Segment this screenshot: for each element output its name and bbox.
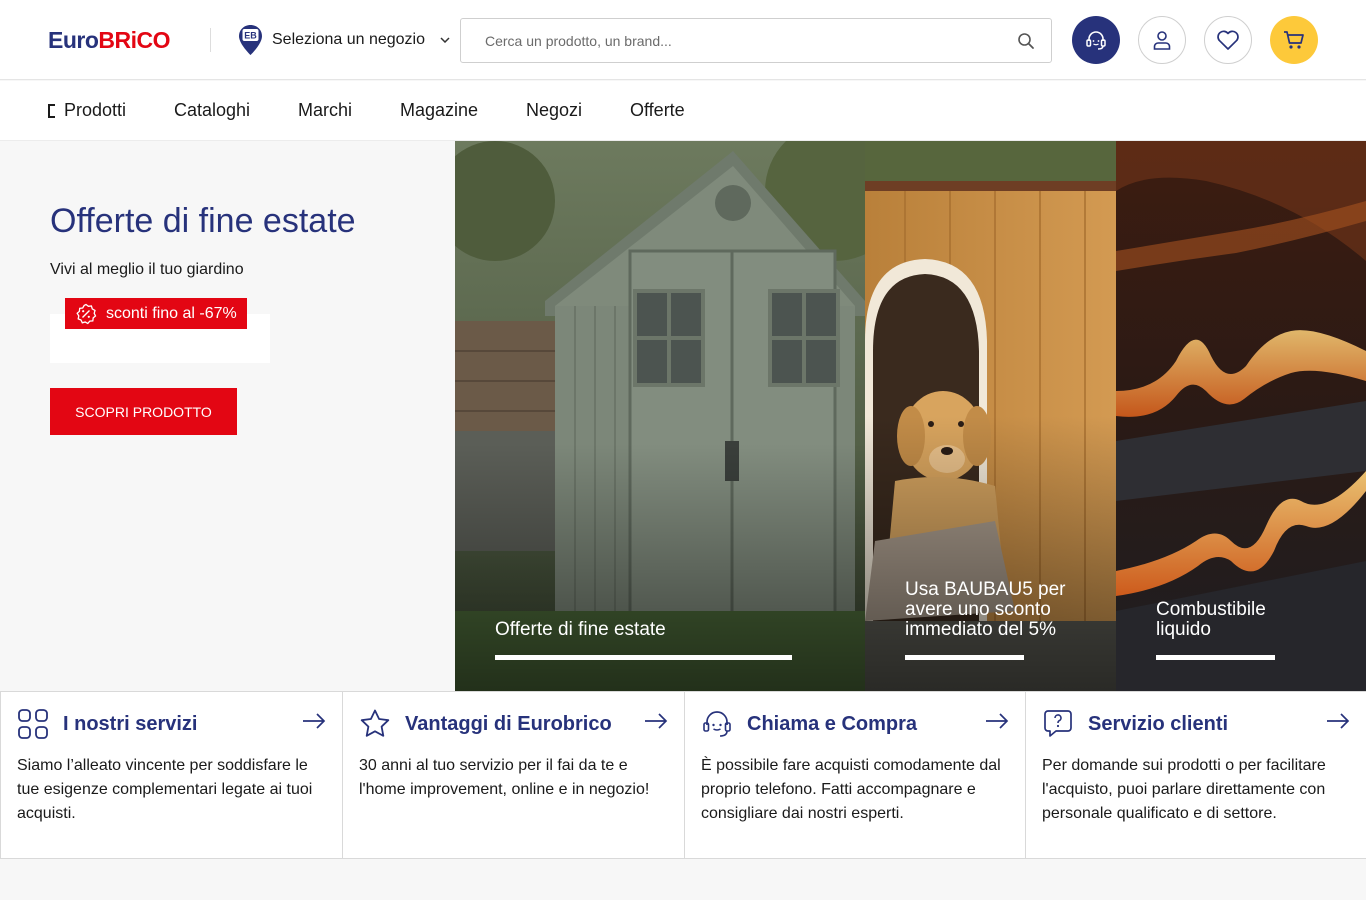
- pin-text: EB: [244, 31, 257, 41]
- discover-product-button[interactable]: SCOPRI PRODOTTO: [50, 388, 237, 435]
- wishlist-button[interactable]: [1204, 16, 1252, 64]
- eurobrico-logo[interactable]: EuroBRiCO: [48, 27, 171, 54]
- nav-item-offerte[interactable]: Offerte: [630, 100, 685, 121]
- arrow-right-icon: [1327, 713, 1350, 729]
- service-card-clienti[interactable]: Servizio clienti Per domande sui prodott…: [1025, 692, 1366, 859]
- customer-support-button[interactable]: [1072, 16, 1120, 64]
- nav-label-prodotti: Prodotti: [64, 100, 127, 120]
- store-pin-icon: EB: [239, 25, 262, 55]
- arrow-right-icon: [645, 713, 668, 729]
- hero-banner: Offerte di fine estate Vivi al meglio il…: [0, 141, 455, 691]
- promo-panel-dog[interactable]: Usa BAUBAU5 per avere uno sconto immedia…: [865, 141, 1116, 691]
- service-title: I nostri servizi: [63, 713, 198, 735]
- menu-icon: [48, 103, 55, 118]
- promo-panel-shed[interactable]: Offerte di fine estate: [455, 141, 865, 691]
- search-input[interactable]: [461, 19, 1001, 62]
- hero-subtitle: Vivi al meglio il tuo giardino: [50, 261, 244, 278]
- service-title: Chiama e Compra: [747, 713, 918, 735]
- account-button[interactable]: [1138, 16, 1186, 64]
- cart-button[interactable]: [1270, 16, 1318, 64]
- service-description: 30 anni al tuo servizio per il fai da te…: [359, 757, 650, 798]
- service-title: Vantaggi di Eurobrico: [405, 713, 612, 735]
- service-description: Siamo l’alleato vincente per soddisfare …: [17, 757, 313, 822]
- logo-part-brico: BRiCO: [98, 27, 171, 53]
- promo-panel-underline: [1156, 655, 1275, 660]
- headset-icon: [703, 711, 731, 737]
- star-icon: [360, 709, 390, 737]
- nav-item-marchi[interactable]: Marchi: [298, 100, 352, 121]
- discount-badge: sconti fino al -67%: [65, 298, 247, 329]
- service-card-chiama[interactable]: Chiama e Compra È possibile fare acquist…: [684, 692, 1025, 859]
- heart-icon: [1217, 30, 1239, 50]
- chevron-down-icon: [440, 34, 450, 46]
- header-divider: [210, 28, 211, 52]
- discount-tag-icon: [76, 303, 97, 324]
- cart-icon: [1284, 31, 1304, 49]
- arrow-right-icon: [303, 713, 326, 729]
- headset-icon: [1086, 31, 1106, 50]
- main-nav: Prodotti Cataloghi Marchi Magazine Negoz…: [0, 81, 1366, 141]
- search-icon[interactable]: [1017, 32, 1035, 50]
- user-icon: [1153, 31, 1171, 50]
- arrow-right-icon: [986, 713, 1009, 729]
- service-description: È possibile fare acquisti comodamente da…: [701, 757, 1001, 822]
- nav-item-cataloghi[interactable]: Cataloghi: [174, 100, 250, 121]
- nav-item-negozi[interactable]: Negozi: [526, 100, 582, 121]
- promo-panel-fuel[interactable]: Combustibile liquido: [1116, 141, 1366, 691]
- nav-item-prodotti[interactable]: Prodotti: [48, 100, 126, 121]
- promo-panel-label: Usa BAUBAU5 per avere uno sconto immedia…: [905, 579, 1066, 640]
- promo-panel-label: Offerte di fine estate: [495, 619, 666, 640]
- service-title: Servizio clienti: [1088, 713, 1229, 735]
- garden-shed-image: [455, 141, 865, 691]
- promo-panel-underline: [495, 655, 792, 660]
- grid-icon: [18, 709, 48, 739]
- services-strip: I nostri servizi Siamo l’alleato vincent…: [0, 691, 1366, 859]
- store-selector-label: Seleziona un negozio: [272, 31, 426, 48]
- question-bubble-icon: [1044, 710, 1072, 737]
- nav-item-magazine[interactable]: Magazine: [400, 100, 478, 121]
- discount-badge-text: sconti fino al -67%: [106, 304, 237, 322]
- promo-panel-underline: [905, 655, 1024, 660]
- site-header: EuroBRiCO EB Seleziona un negozio: [0, 0, 1366, 80]
- service-card-vantaggi[interactable]: Vantaggi di Eurobrico 30 anni al tuo ser…: [342, 692, 684, 859]
- logo-part-euro: Euro: [48, 27, 99, 53]
- hero-title: Offerte di fine estate: [50, 202, 356, 240]
- service-description: Per domande sui prodotti o per facilitar…: [1042, 757, 1326, 822]
- promo-panel-label: Combustibile liquido: [1156, 599, 1266, 640]
- store-selector[interactable]: EB Seleziona un negozio: [238, 24, 450, 56]
- search-bar: [460, 18, 1052, 63]
- service-card-servizi[interactable]: I nostri servizi Siamo l’alleato vincent…: [0, 692, 342, 859]
